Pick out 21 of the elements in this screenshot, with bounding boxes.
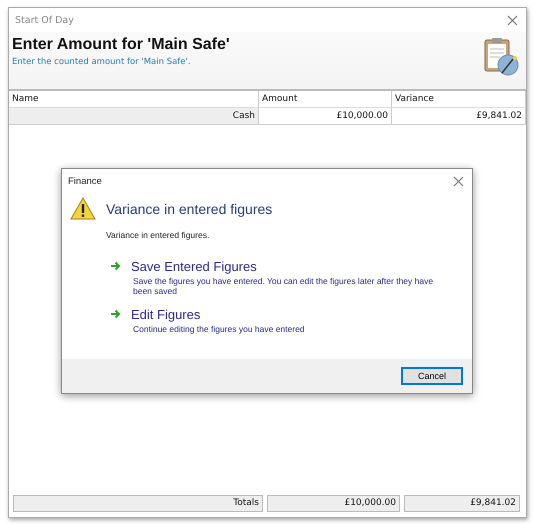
page-heading: Enter Amount for 'Main Safe' — [12, 36, 230, 54]
dialog-message: Variance in entered figures. — [106, 230, 210, 240]
close-icon[interactable] — [453, 176, 464, 186]
option-link[interactable]: Edit Figures — [131, 307, 200, 322]
totals-cell: £9,841.02 — [404, 495, 520, 512]
dialog-heading: Variance in entered figures — [106, 201, 272, 217]
cancel-button[interactable]: Cancel — [401, 367, 463, 385]
window-title: Start Of Day — [15, 14, 74, 26]
totals-cell: Totals — [13, 495, 263, 512]
option-description: Continue editing the figures you have entered — [133, 324, 305, 334]
arrow-icon — [110, 261, 121, 271]
page-subtitle: Enter the counted amount for 'Main Safe'. — [12, 57, 192, 67]
option-link[interactable]: Save Entered Figures — [131, 259, 257, 274]
table-cell: Cash — [9, 108, 259, 124]
totals-cell: £10,000.00 — [267, 495, 400, 512]
arrow-icon — [110, 309, 121, 319]
clipboard-icon — [482, 36, 520, 78]
dialog-title: Finance — [68, 176, 102, 186]
option-description: Save the figures you have entered. You can edit the figures later after they have been saved — [133, 276, 434, 296]
close-icon[interactable] — [507, 14, 518, 26]
warning-icon — [70, 197, 96, 220]
